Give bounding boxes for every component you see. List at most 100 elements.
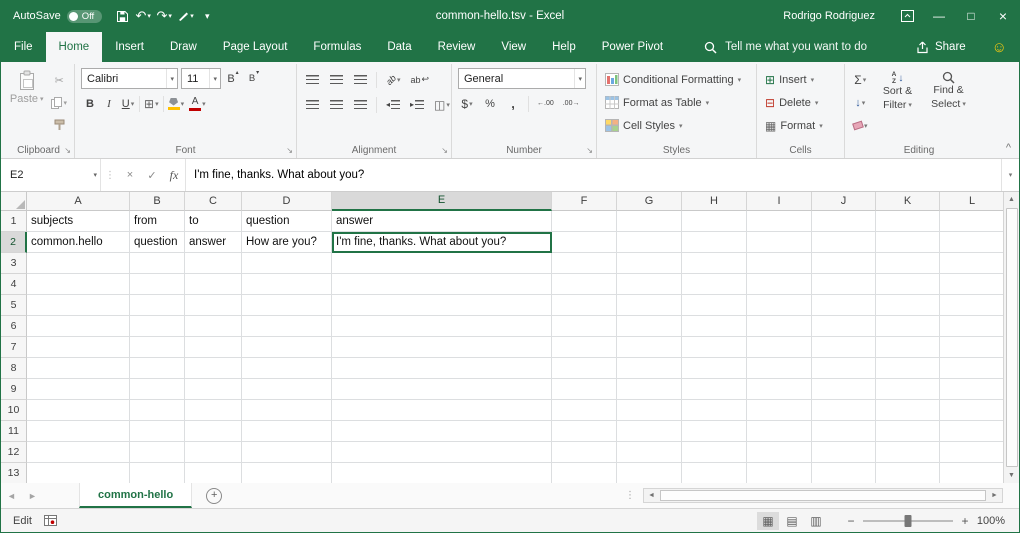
dropdown-icon[interactable]: ▾ bbox=[202, 100, 206, 108]
vertical-scrollbar[interactable]: ▲ ▼ bbox=[1003, 192, 1019, 483]
cell-F1[interactable] bbox=[552, 211, 617, 232]
tell-me-search[interactable]: Tell me what you want to do bbox=[704, 32, 867, 62]
cell-B7[interactable] bbox=[130, 337, 185, 358]
cell-H1[interactable] bbox=[682, 211, 747, 232]
formula-bar-splitter[interactable]: ⋮ bbox=[101, 159, 119, 191]
feedback-button[interactable]: ☺ bbox=[980, 32, 1019, 62]
cell-J7[interactable] bbox=[812, 337, 876, 358]
zoom-slider[interactable] bbox=[863, 520, 953, 522]
bold-button[interactable]: B bbox=[81, 94, 99, 113]
dropdown-icon[interactable]: ▾ bbox=[209, 69, 220, 88]
cell-E9[interactable] bbox=[332, 379, 552, 400]
cell-B8[interactable] bbox=[130, 358, 185, 379]
tab-view[interactable]: View bbox=[488, 32, 539, 62]
cell-I5[interactable] bbox=[747, 295, 812, 316]
autosum-button[interactable]: Σ▾ bbox=[851, 70, 870, 89]
row-header-12[interactable]: 12 bbox=[1, 442, 27, 463]
cell-I11[interactable] bbox=[747, 421, 812, 442]
column-header-D[interactable]: D bbox=[242, 192, 332, 211]
cell-B4[interactable] bbox=[130, 274, 185, 295]
cell-H7[interactable] bbox=[682, 337, 747, 358]
row-header-5[interactable]: 5 bbox=[1, 295, 27, 316]
dropdown-icon[interactable]: ▾ bbox=[574, 69, 585, 88]
cell-J1[interactable] bbox=[812, 211, 876, 232]
insert-function-button[interactable]: fx bbox=[163, 159, 185, 191]
dropdown-icon[interactable]: ▾ bbox=[446, 101, 450, 109]
cell-H4[interactable] bbox=[682, 274, 747, 295]
cell-E4[interactable] bbox=[332, 274, 552, 295]
sheet-tab-common-hello[interactable]: common-hello bbox=[79, 483, 192, 508]
cell-D5[interactable] bbox=[242, 295, 332, 316]
cell-G6[interactable] bbox=[617, 316, 682, 337]
row-header-2[interactable]: 2 bbox=[1, 232, 27, 253]
cell-E2[interactable]: I'm fine, thanks. What about you? bbox=[332, 232, 552, 253]
cell-K12[interactable] bbox=[876, 442, 940, 463]
column-header-H[interactable]: H bbox=[682, 192, 747, 211]
cell-H6[interactable] bbox=[682, 316, 747, 337]
zoom-level[interactable]: 100% bbox=[973, 515, 1019, 527]
scroll-right-icon[interactable]: ► bbox=[987, 492, 1002, 499]
cell-F11[interactable] bbox=[552, 421, 617, 442]
cell-C11[interactable] bbox=[185, 421, 242, 442]
cell-A4[interactable] bbox=[27, 274, 130, 295]
enter-button[interactable]: ✓ bbox=[141, 159, 163, 191]
cell-A6[interactable] bbox=[27, 316, 130, 337]
cell-I13[interactable] bbox=[747, 463, 812, 483]
select-all-button[interactable] bbox=[1, 192, 27, 211]
cell-C7[interactable] bbox=[185, 337, 242, 358]
dropdown-icon[interactable]: ▾ bbox=[166, 69, 177, 88]
cell-B10[interactable] bbox=[130, 400, 185, 421]
cell-J2[interactable] bbox=[812, 232, 876, 253]
cell-A1[interactable]: subjects bbox=[27, 211, 130, 232]
cell-D6[interactable] bbox=[242, 316, 332, 337]
cut-button[interactable]: ✂ bbox=[49, 71, 69, 90]
column-header-C[interactable]: C bbox=[185, 192, 242, 211]
cell-K6[interactable] bbox=[876, 316, 940, 337]
cell-H10[interactable] bbox=[682, 400, 747, 421]
column-header-A[interactable]: A bbox=[27, 192, 130, 211]
undo-dropdown-icon[interactable]: ▾ bbox=[147, 12, 151, 20]
cell-L10[interactable] bbox=[940, 400, 1003, 421]
increase-font-size-button[interactable]: B▴ bbox=[224, 69, 242, 88]
format-painter-button[interactable] bbox=[49, 115, 69, 134]
borders-button[interactable]: ⊞▾ bbox=[142, 94, 161, 113]
dropdown-icon[interactable]: ▾ bbox=[181, 100, 185, 108]
increase-decimal-button[interactable]: ←.00 bbox=[535, 94, 556, 113]
cell-I1[interactable] bbox=[747, 211, 812, 232]
redo-button[interactable]: ↷▾ bbox=[154, 3, 174, 29]
cell-I6[interactable] bbox=[747, 316, 812, 337]
merge-center-button[interactable]: ◫▾ bbox=[432, 95, 452, 114]
maximize-button[interactable]: □ bbox=[955, 0, 987, 32]
cell-J9[interactable] bbox=[812, 379, 876, 400]
dropdown-icon[interactable]: ▾ bbox=[469, 100, 473, 108]
ribbon-display-options-button[interactable] bbox=[891, 0, 923, 32]
cell-K7[interactable] bbox=[876, 337, 940, 358]
cell-C13[interactable] bbox=[185, 463, 242, 483]
cell-F12[interactable] bbox=[552, 442, 617, 463]
cell-G2[interactable] bbox=[617, 232, 682, 253]
close-button[interactable]: × bbox=[987, 0, 1019, 32]
insert-cells-button[interactable]: ⊞Insert▾ bbox=[763, 69, 825, 90]
dropdown-icon[interactable]: ▾ bbox=[90, 159, 100, 191]
scroll-up-icon[interactable]: ▲ bbox=[1004, 192, 1019, 207]
cell-K5[interactable] bbox=[876, 295, 940, 316]
cell-I2[interactable] bbox=[747, 232, 812, 253]
cell-A11[interactable] bbox=[27, 421, 130, 442]
cell-G4[interactable] bbox=[617, 274, 682, 295]
cell-F2[interactable] bbox=[552, 232, 617, 253]
scroll-down-icon[interactable]: ▼ bbox=[1004, 468, 1019, 483]
column-header-F[interactable]: F bbox=[552, 192, 617, 211]
new-sheet-button[interactable]: + bbox=[206, 488, 222, 504]
row-header-10[interactable]: 10 bbox=[1, 400, 27, 421]
name-box[interactable]: E2▾ bbox=[1, 159, 101, 191]
cell-B6[interactable] bbox=[130, 316, 185, 337]
tab-help[interactable]: Help bbox=[539, 32, 589, 62]
cell-K3[interactable] bbox=[876, 253, 940, 274]
cell-L9[interactable] bbox=[940, 379, 1003, 400]
redo-dropdown-icon[interactable]: ▾ bbox=[168, 12, 172, 20]
top-align-button[interactable] bbox=[303, 70, 321, 89]
cell-B5[interactable] bbox=[130, 295, 185, 316]
tab-file[interactable]: File bbox=[1, 32, 46, 62]
cell-K4[interactable] bbox=[876, 274, 940, 295]
cell-A2[interactable]: common.hello bbox=[27, 232, 130, 253]
